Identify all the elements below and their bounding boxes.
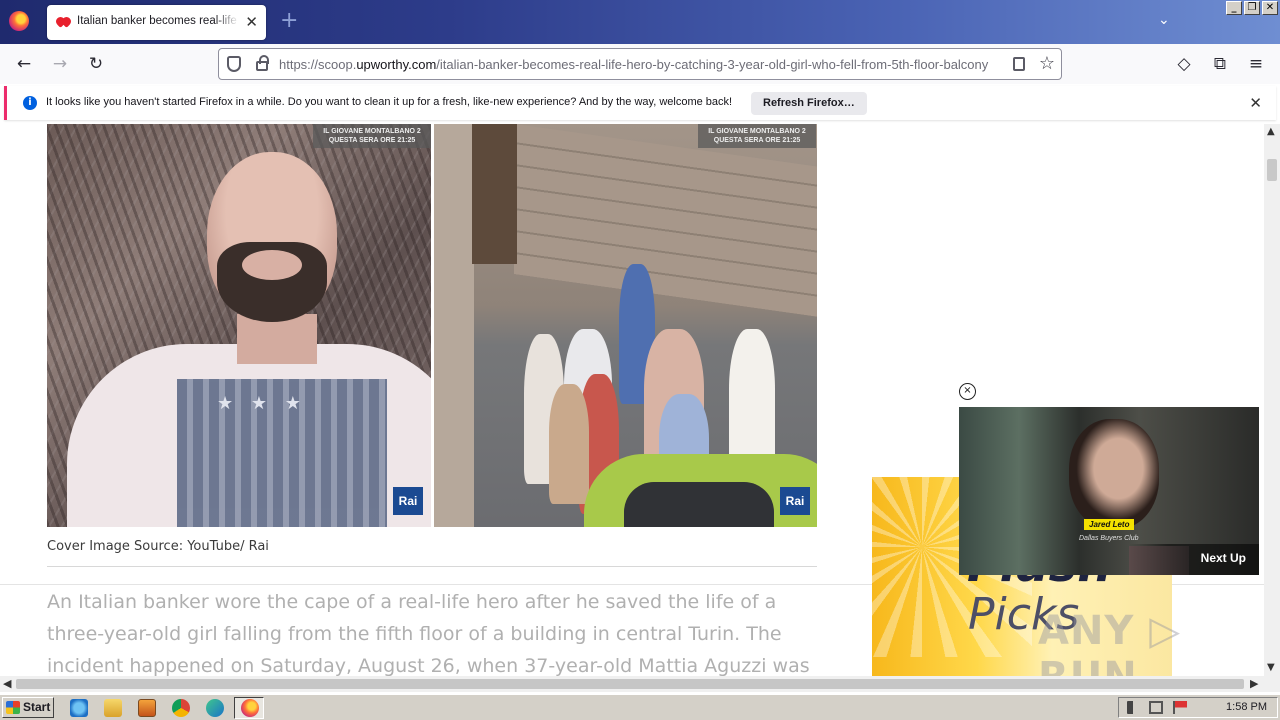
next-up-label: Next Up [1200, 551, 1246, 565]
scroll-up-arrow-icon[interactable]: ▲ [1267, 126, 1275, 137]
chrome-icon[interactable] [172, 699, 190, 717]
firefox-icon [241, 699, 259, 717]
media-player-icon[interactable] [138, 699, 156, 717]
firefox-taskbar-button[interactable] [234, 697, 264, 719]
scroll-right-arrow-icon[interactable]: ▶ [1250, 677, 1258, 690]
cover-image: IL GIOVANE MONTALBANO 2QUESTA SERA ORE 2… [47, 124, 817, 527]
scroll-left-arrow-icon[interactable]: ◀ [3, 677, 11, 690]
vertical-scroll-thumb[interactable] [1267, 159, 1277, 181]
tab-bar: Italian banker becomes real-life hero ✕ … [0, 0, 1280, 44]
start-button[interactable]: Start [2, 697, 54, 718]
notification-message: It looks like you haven't started Firefo… [46, 96, 733, 108]
rai-logo: Rai [780, 487, 810, 515]
reader-view-icon[interactable] [1013, 57, 1025, 71]
navigation-toolbar: ← → ↻ https://scoop.upworthy.com/italian… [0, 44, 1280, 84]
horizontal-scroll-thumb[interactable] [16, 679, 1244, 689]
windows-logo-icon [6, 701, 20, 714]
lock-icon[interactable] [256, 55, 269, 71]
list-all-tabs-icon[interactable]: ⌄ [1158, 12, 1170, 28]
minimize-button[interactable]: _ [1226, 1, 1242, 15]
extensions-icon[interactable]: ⧉ [1209, 53, 1231, 75]
article-body: An Italian banker wore the cape of a rea… [47, 591, 810, 676]
url-prefix: https://scoop. [279, 57, 357, 72]
next-up-button[interactable]: Next Up [1129, 544, 1259, 575]
cover-photo-street-scene: IL GIOVANE MONTALBANO 2 QUESTA SERA ORE 2… [434, 124, 817, 527]
floating-video-player[interactable]: Jared Leto Dallas Buyers Club Next Up [959, 407, 1259, 575]
file-explorer-icon[interactable] [104, 699, 122, 717]
tracking-protection-shield-icon[interactable] [227, 56, 241, 72]
tv-promo-label: IL GIOVANE MONTALBANO 2 QUESTA SERA ORE 2… [698, 124, 816, 148]
edge-icon[interactable] [206, 699, 224, 717]
tv-promo-label: IL GIOVANE MONTALBANO 2 QUESTA SERA ORE 2… [313, 124, 431, 148]
system-tray: 1:58 PM [1118, 697, 1278, 718]
app-menu-icon[interactable]: ≡ [1245, 53, 1267, 75]
upworthy-favicon-icon [56, 17, 72, 27]
tab-close-icon[interactable]: ✕ [245, 13, 258, 31]
next-up-thumbnail [1129, 546, 1189, 575]
rai-logo: Rai [393, 487, 423, 515]
firefox-logo-icon[interactable] [9, 11, 29, 31]
bookmark-star-icon[interactable]: ☆ [1039, 53, 1055, 74]
cover-photo-portrait: IL GIOVANE MONTALBANO 2QUESTA SERA ORE 2… [47, 124, 431, 527]
horizontal-scrollbar[interactable]: ◀ ▶ [0, 676, 1264, 692]
network-icon[interactable] [1149, 701, 1163, 714]
action-center-flag-icon[interactable] [1173, 701, 1187, 714]
forward-icon[interactable]: → [49, 53, 71, 75]
image-caption: Cover Image Source: YouTube/ Rai [47, 539, 269, 554]
new-tab-button[interactable]: + [280, 9, 298, 33]
scroll-down-arrow-icon[interactable]: ▼ [1267, 662, 1275, 673]
windows-taskbar: Start 1:58 PM [0, 694, 1280, 720]
url-domain: upworthy.com [356, 57, 437, 72]
video-close-icon[interactable]: × [959, 383, 976, 400]
back-icon[interactable]: ← [13, 53, 35, 75]
start-label: Start [23, 700, 51, 714]
reload-icon[interactable]: ↻ [85, 53, 107, 75]
refresh-firefox-button[interactable]: Refresh Firefox… [751, 92, 867, 115]
divider [47, 566, 817, 567]
close-window-button[interactable]: ✕ [1262, 1, 1278, 15]
window-controls: _ ❐ ✕ [1226, 1, 1278, 15]
tab-title: Italian banker becomes real-life hero [77, 15, 239, 27]
pocket-icon[interactable]: ◇ [1173, 53, 1195, 75]
actor-name-badge: Jared Leto [1084, 519, 1135, 530]
tab-active[interactable]: Italian banker becomes real-life hero ✕ [47, 5, 266, 40]
restore-button[interactable]: ❐ [1244, 1, 1260, 15]
notification-close-icon[interactable]: ✕ [1249, 94, 1262, 112]
url-bar[interactable]: https://scoop.upworthy.com/italian-banke… [218, 48, 1062, 80]
web-page-content: IL GIOVANE MONTALBANO 2QUESTA SERA ORE 2… [0, 124, 1264, 676]
refresh-firefox-notification: i It looks like you haven't started Fire… [4, 86, 1276, 120]
video-subtitle: Dallas Buyers Club [1079, 535, 1139, 542]
volume-icon[interactable] [1127, 701, 1141, 714]
clock: 1:58 PM [1226, 701, 1267, 713]
url-path: /italian-banker-becomes-real-life-hero-b… [436, 57, 989, 72]
url-text[interactable]: https://scoop.upworthy.com/italian-banke… [279, 57, 1001, 72]
internet-explorer-icon[interactable] [70, 699, 88, 717]
vertical-scrollbar[interactable]: ▲ ▼ [1264, 124, 1280, 676]
info-icon: i [23, 96, 37, 110]
